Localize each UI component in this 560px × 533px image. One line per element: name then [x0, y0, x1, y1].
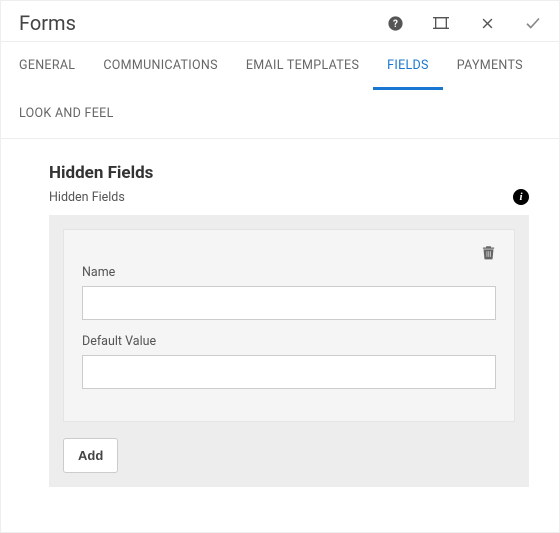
add-button[interactable]: Add	[63, 438, 118, 473]
forms-editor: Forms ? GENERAL COMMUNICATIONS EMAIL TEM…	[0, 0, 560, 533]
confirm-icon[interactable]	[523, 13, 543, 33]
name-label: Name	[82, 265, 496, 280]
hidden-field-card: Name Default Value	[63, 229, 515, 422]
section-subrow: Hidden Fields i	[49, 189, 529, 205]
trash-icon[interactable]	[481, 244, 496, 261]
tab-payments[interactable]: PAYMENTS	[443, 42, 537, 90]
help-icon[interactable]: ?	[385, 13, 405, 33]
section-subtitle: Hidden Fields	[49, 190, 125, 205]
card-actions	[82, 244, 496, 261]
name-input[interactable]	[82, 286, 496, 320]
close-icon[interactable]	[477, 13, 497, 33]
tab-look-and-feel[interactable]: LOOK AND FEEL	[5, 90, 128, 138]
tab-email-templates[interactable]: EMAIL TEMPLATES	[232, 42, 373, 90]
fullscreen-icon[interactable]	[431, 13, 451, 33]
svg-text:?: ?	[393, 19, 398, 30]
hidden-fields-panel: Name Default Value Add	[49, 215, 529, 487]
section-title: Hidden Fields	[49, 163, 529, 183]
default-value-input[interactable]	[82, 355, 496, 389]
info-icon[interactable]: i	[513, 189, 529, 205]
header-actions: ?	[385, 13, 543, 33]
page-title: Forms	[19, 11, 76, 35]
tab-communications[interactable]: COMMUNICATIONS	[89, 42, 231, 90]
tab-general[interactable]: GENERAL	[5, 42, 89, 90]
default-value-label: Default Value	[82, 334, 496, 349]
header: Forms ?	[1, 1, 559, 41]
content: Hidden Fields Hidden Fields i Name Defau…	[1, 138, 559, 517]
tab-fields[interactable]: FIELDS	[373, 42, 443, 90]
tabs: GENERAL COMMUNICATIONS EMAIL TEMPLATES F…	[1, 41, 559, 138]
